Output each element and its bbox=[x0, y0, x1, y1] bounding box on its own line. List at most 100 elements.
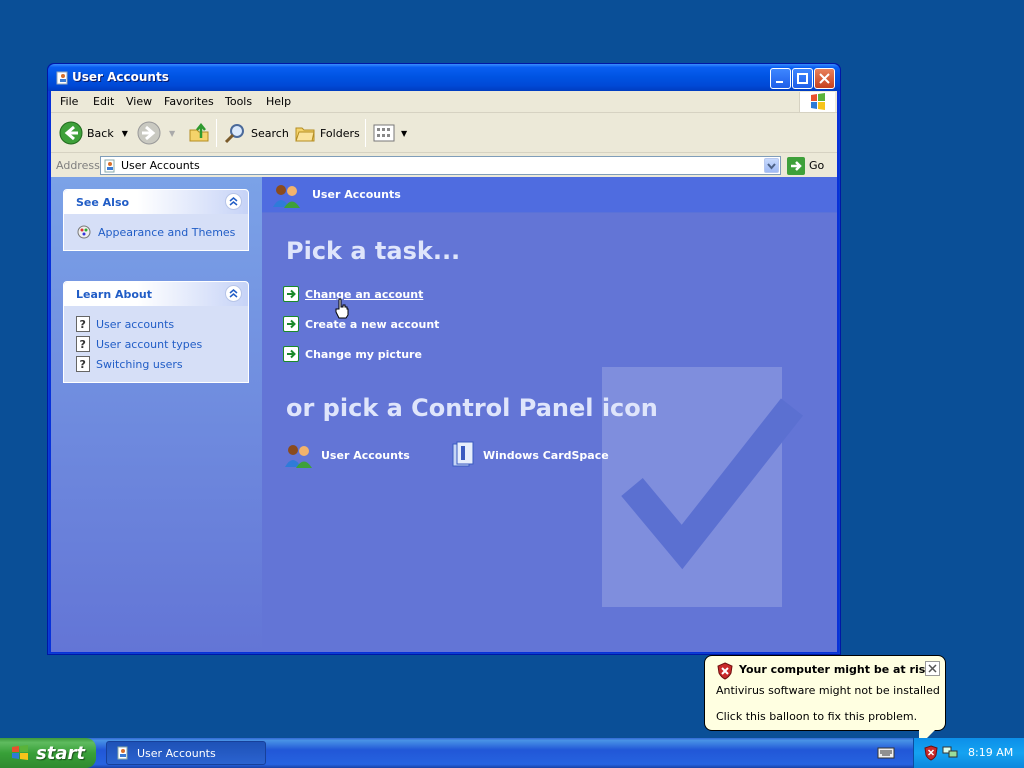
task-arrow-icon bbox=[283, 316, 299, 332]
hand-cursor-icon bbox=[335, 298, 349, 319]
learn-about-panel: Learn About ? User accounts ? User accou… bbox=[63, 281, 249, 383]
menu-view[interactable]: View bbox=[126, 95, 152, 108]
toolbar: Back ▼ ▼ Search Folders ▼ bbox=[51, 114, 837, 153]
cardspace-cp-icon[interactable]: Windows CardSpace bbox=[451, 441, 609, 469]
views-button[interactable]: ▼ bbox=[373, 120, 407, 146]
user-accounts-window-icon bbox=[56, 71, 68, 85]
task-pane: See Also Appearance and Themes Learn Abo… bbox=[51, 177, 262, 652]
change-picture-link[interactable]: Change my picture bbox=[283, 345, 422, 363]
taskbar-item-label: User Accounts bbox=[137, 746, 216, 760]
forward-arrow-icon bbox=[137, 121, 161, 145]
windows-flag-icon bbox=[12, 745, 28, 760]
clock[interactable]: 8:19 AM bbox=[968, 746, 1013, 759]
learn-about-header[interactable]: Learn About bbox=[64, 282, 248, 306]
user-accounts-window: User Accounts File Edit View Favorites T… bbox=[47, 63, 841, 655]
start-button[interactable]: start bbox=[0, 738, 96, 768]
address-value: User Accounts bbox=[121, 159, 200, 172]
menu-file[interactable]: File bbox=[60, 95, 78, 108]
close-icon bbox=[928, 664, 937, 673]
up-folder-icon bbox=[189, 122, 209, 142]
taskbar: start User Accounts 8:19 AM bbox=[0, 738, 1024, 768]
address-bar: Address User Accounts Go bbox=[51, 154, 837, 177]
go-button[interactable]: Go bbox=[787, 156, 824, 175]
folders-icon bbox=[295, 127, 315, 142]
change-account-link[interactable]: Change an account bbox=[283, 285, 423, 303]
task-arrow-icon bbox=[283, 346, 299, 362]
learn-account-types-label: User account types bbox=[96, 337, 203, 351]
user-accounts-icon bbox=[285, 445, 312, 468]
user-accounts-cp-icon[interactable]: User Accounts bbox=[283, 441, 410, 469]
search-button[interactable]: Search bbox=[223, 120, 289, 146]
svg-text:?: ? bbox=[80, 358, 86, 371]
windows-flag-icon bbox=[811, 93, 825, 110]
balloon-close-button[interactable] bbox=[925, 661, 940, 676]
help-icon: ? bbox=[76, 356, 90, 372]
chevron-up-icon bbox=[229, 289, 238, 298]
windows-logo bbox=[799, 92, 835, 112]
back-dropdown-icon[interactable]: ▼ bbox=[122, 129, 128, 138]
go-arrow-icon bbox=[787, 156, 805, 175]
see-also-header[interactable]: See Also bbox=[64, 190, 248, 214]
back-button[interactable]: Back ▼ bbox=[59, 120, 128, 146]
keyboard-icon[interactable] bbox=[877, 746, 895, 760]
views-icon bbox=[373, 124, 395, 142]
window-title: User Accounts bbox=[72, 70, 169, 84]
address-field[interactable]: User Accounts bbox=[100, 156, 781, 175]
chevron-down-icon bbox=[767, 163, 776, 170]
see-also-appearance-themes-link[interactable]: Appearance and Themes bbox=[76, 222, 238, 242]
change-picture-label: Change my picture bbox=[305, 347, 422, 361]
start-label: start bbox=[36, 742, 85, 764]
search-icon bbox=[224, 124, 244, 144]
see-also-collapse-button[interactable] bbox=[225, 193, 242, 210]
security-shield-icon bbox=[717, 662, 733, 680]
menu-edit[interactable]: Edit bbox=[93, 95, 114, 108]
learn-switching-users-label: Switching users bbox=[96, 357, 183, 371]
close-button[interactable] bbox=[814, 68, 835, 89]
user-accounts-cp-label: User Accounts bbox=[321, 448, 410, 462]
pick-icon-heading: or pick a Control Panel icon bbox=[286, 394, 658, 422]
chevron-up-icon bbox=[229, 197, 238, 206]
security-alert-icon[interactable] bbox=[924, 745, 938, 761]
balloon-message: Antivirus software might not be installe… bbox=[716, 684, 940, 697]
menu-help[interactable]: Help bbox=[266, 95, 291, 108]
create-account-link[interactable]: Create a new account bbox=[283, 315, 439, 333]
folders-button[interactable]: Folders bbox=[294, 120, 360, 146]
learn-user-accounts-label: User accounts bbox=[96, 317, 175, 331]
maximize-button[interactable] bbox=[792, 68, 813, 89]
maximize-icon bbox=[797, 73, 808, 84]
system-tray: 8:19 AM bbox=[913, 738, 1024, 768]
network-icon[interactable] bbox=[942, 744, 958, 760]
see-also-panel: See Also Appearance and Themes bbox=[63, 189, 249, 251]
svg-text:?: ? bbox=[80, 338, 86, 351]
content-area: See Also Appearance and Themes Learn Abo… bbox=[51, 177, 837, 652]
menu-favorites[interactable]: Favorites bbox=[164, 95, 214, 108]
taskbar-item-user-accounts[interactable]: User Accounts bbox=[106, 741, 266, 765]
main-header: User Accounts bbox=[262, 177, 837, 213]
user-accounts-icon bbox=[273, 185, 300, 208]
appearance-themes-icon bbox=[77, 225, 91, 239]
go-label: Go bbox=[809, 159, 825, 172]
cardspace-icon bbox=[452, 441, 474, 467]
address-dropdown-button[interactable] bbox=[764, 158, 779, 173]
up-folder-button[interactable] bbox=[187, 120, 211, 146]
views-dropdown-icon: ▼ bbox=[401, 128, 408, 138]
close-icon bbox=[819, 73, 830, 84]
main-header-title: User Accounts bbox=[312, 188, 401, 201]
forward-dropdown-icon: ▼ bbox=[169, 128, 176, 138]
learn-about-user-accounts-link[interactable]: ? User accounts bbox=[76, 314, 238, 334]
learn-about-account-types-link[interactable]: ? User account types bbox=[76, 334, 238, 354]
minimize-icon bbox=[776, 81, 783, 83]
title-bar[interactable]: User Accounts bbox=[48, 64, 840, 91]
help-icon: ? bbox=[76, 316, 90, 332]
window-client: File Edit View Favorites Tools Help Back… bbox=[51, 91, 837, 652]
security-balloon[interactable]: Your computer might be at risk Antivirus… bbox=[704, 655, 946, 746]
pick-task-heading: Pick a task... bbox=[286, 237, 461, 265]
create-account-label: Create a new account bbox=[305, 317, 440, 331]
back-arrow-icon bbox=[59, 121, 83, 145]
learn-about-switching-users-link[interactable]: ? Switching users bbox=[76, 354, 238, 374]
menu-tools[interactable]: Tools bbox=[225, 95, 252, 108]
forward-button[interactable]: ▼ bbox=[137, 120, 175, 146]
minimize-button[interactable] bbox=[770, 68, 791, 89]
learn-about-collapse-button[interactable] bbox=[225, 285, 242, 302]
cardspace-cp-label: Windows CardSpace bbox=[483, 448, 609, 462]
